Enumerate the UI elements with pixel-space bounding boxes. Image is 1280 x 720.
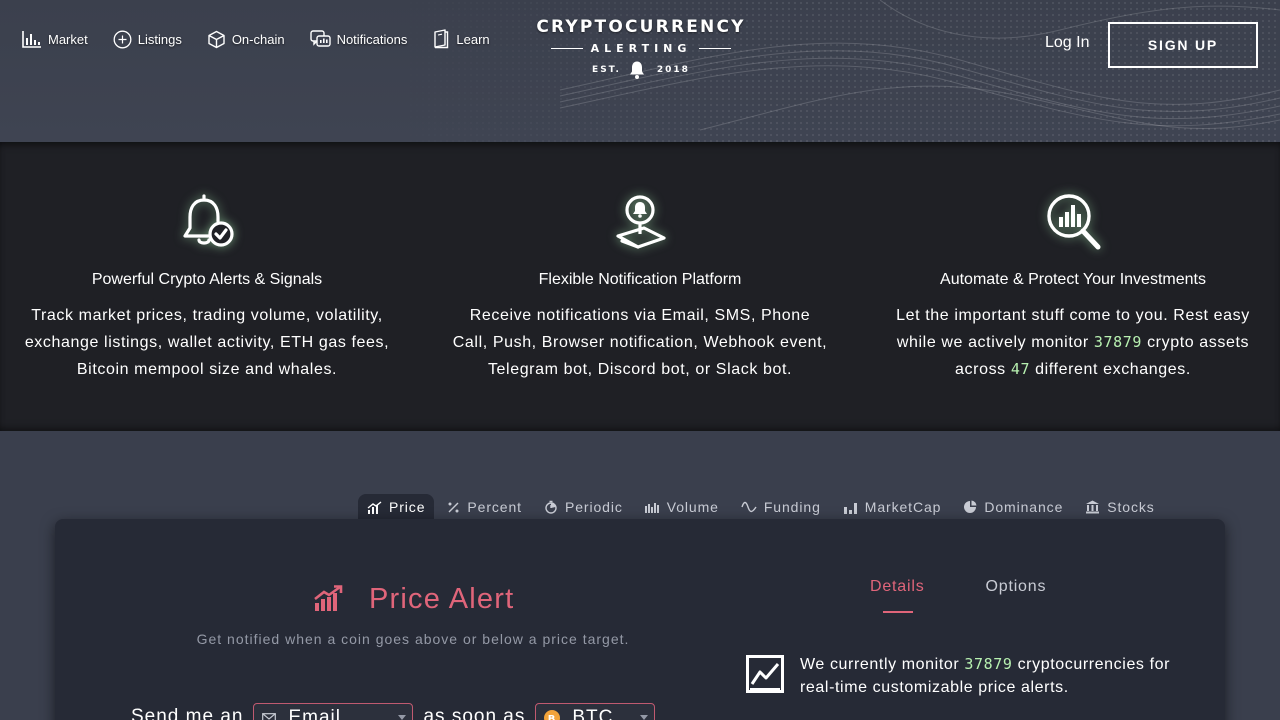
tab-periodic-label: Periodic: [564, 499, 623, 515]
price-alert-title: Price Alert: [369, 583, 515, 615]
chevron-down-icon: [398, 715, 407, 720]
tab-funding-label: Funding: [763, 499, 821, 515]
tab-stocks-label: Stocks: [1107, 499, 1155, 515]
tab-periodic[interactable]: Periodic: [535, 494, 632, 520]
feature-notifications-desc: Receive notifications via Email, SMS, Ph…: [452, 307, 828, 378]
main-nav: Market Listings On-chain Notifications L…: [22, 28, 515, 50]
nav-market[interactable]: Market: [22, 28, 88, 50]
tab-volume-label: Volume: [666, 499, 719, 515]
feature-alerts-title: Powerful Crypto Alerts & Signals: [91, 271, 323, 288]
tab-funding[interactable]: Funding: [732, 494, 830, 520]
percent-icon: [448, 502, 459, 512]
bar-chart-icon: [843, 502, 857, 514]
logo-line2: ALERTING: [590, 41, 692, 55]
tab-marketcap-label: MarketCap: [864, 499, 942, 515]
nav-listings[interactable]: Listings: [113, 28, 182, 50]
coin-select[interactable]: B BTC: [535, 703, 656, 720]
site-header: Market Listings On-chain Notifications L…: [0, 0, 1280, 142]
feature-automate-title: Automate & Protect Your Investments: [940, 271, 1206, 288]
tab-details-label: Details: [870, 578, 925, 595]
chevron-down-icon: [640, 715, 649, 720]
chat-bubbles-icon: [309, 29, 331, 47]
bitcoin-icon: B: [544, 710, 561, 720]
tab-volume[interactable]: Volume: [636, 494, 728, 520]
tab-price-label: Price: [389, 499, 426, 515]
price-alert-card: Price Alert Get notified when a coin goe…: [55, 519, 1225, 720]
magnifier-chart-icon: [1047, 194, 1101, 250]
details-tabs: Details Options: [870, 578, 1047, 613]
connector-text: as soon as: [423, 706, 526, 720]
logo-est-row: EST. 2018: [534, 60, 748, 80]
logo-est: EST.: [592, 65, 621, 75]
bar-chart-icon: [22, 31, 41, 48]
bell-check-icon: [183, 194, 234, 247]
send-prefix: Send me an: [131, 706, 244, 720]
tab-dominance-label: Dominance: [984, 499, 1064, 515]
channel-value: Email: [288, 707, 341, 720]
logo-line1: CRYPTOCURRENCY: [536, 17, 746, 37]
phone-bell-icon: [616, 195, 666, 249]
volume-bars-icon: [644, 503, 659, 513]
plus-circle-icon: [113, 30, 132, 48]
price-chart-icon: [367, 500, 382, 514]
tab-percent[interactable]: Percent: [438, 494, 531, 520]
feature-alerts-desc: Track market prices, trading volume, vol…: [24, 307, 390, 378]
signup-button[interactable]: SIGN UP: [1108, 22, 1258, 68]
nav-listings-label: Listings: [137, 31, 182, 47]
active-tab-underline: [883, 611, 913, 613]
coin-value: BTC: [572, 707, 614, 720]
nav-learn-label: Learn: [456, 31, 490, 47]
pie-chart-icon: [964, 500, 977, 513]
svg-text:B: B: [548, 714, 557, 720]
alert-type-tabs: Price Percent Periodic Volume Funding Ma…: [358, 494, 1168, 520]
alert-sentence: Send me an Email as soon as B BTC: [131, 703, 665, 720]
monitor-count: 37879: [964, 655, 1013, 673]
site-logo[interactable]: CRYPTOCURRENCY ALERTING EST. 2018: [534, 16, 748, 80]
monitor-text: We currently monitor 37879 cryptocurrenc…: [800, 653, 1190, 699]
asset-count: 37879: [1093, 333, 1143, 351]
feature-notifications-title: Flexible Notification Platform: [538, 271, 742, 288]
feature-automate-desc: Let the important stuff come to you. Res…: [883, 302, 1263, 383]
bank-icon: [1086, 500, 1100, 514]
logo-line2-row: ALERTING: [534, 40, 748, 56]
login-link[interactable]: Log In: [1045, 34, 1089, 52]
nav-onchain-label: On-chain: [231, 31, 285, 47]
nav-onchain[interactable]: On-chain: [207, 28, 285, 50]
tab-marketcap[interactable]: MarketCap: [834, 494, 951, 520]
wave-icon: [741, 501, 757, 513]
tab-options-label: Options: [985, 578, 1047, 595]
tab-options[interactable]: Options: [986, 578, 1047, 596]
logo-year: 2018: [656, 65, 690, 75]
envelope-icon: [262, 712, 277, 720]
bell-icon: [629, 61, 644, 79]
stopwatch-icon: [545, 500, 557, 514]
feature-automate-desc-c: different exchanges.: [1035, 361, 1191, 378]
cube-icon: [208, 30, 225, 48]
channel-select[interactable]: Email: [253, 703, 414, 720]
nav-notifications-label: Notifications: [336, 31, 408, 47]
nav-learn[interactable]: Learn: [432, 28, 490, 50]
price-alert-icon: [314, 585, 343, 611]
book-icon: [434, 29, 449, 49]
monitor-text-a: We currently monitor: [800, 656, 960, 673]
tab-price[interactable]: Price: [358, 494, 435, 520]
exchange-count: 47: [1010, 360, 1031, 378]
tab-stocks[interactable]: Stocks: [1076, 494, 1163, 520]
line-chart-icon: [746, 655, 784, 693]
tab-details[interactable]: Details: [870, 578, 925, 613]
tab-percent-label: Percent: [467, 499, 522, 515]
nav-notifications[interactable]: Notifications: [309, 28, 408, 50]
features-band: Powerful Crypto Alerts & Signals Track m…: [0, 142, 1280, 431]
nav-market-label: Market: [48, 31, 88, 47]
price-alert-subtitle: Get notified when a coin goes above or b…: [196, 631, 630, 647]
tab-dominance[interactable]: Dominance: [954, 494, 1072, 520]
